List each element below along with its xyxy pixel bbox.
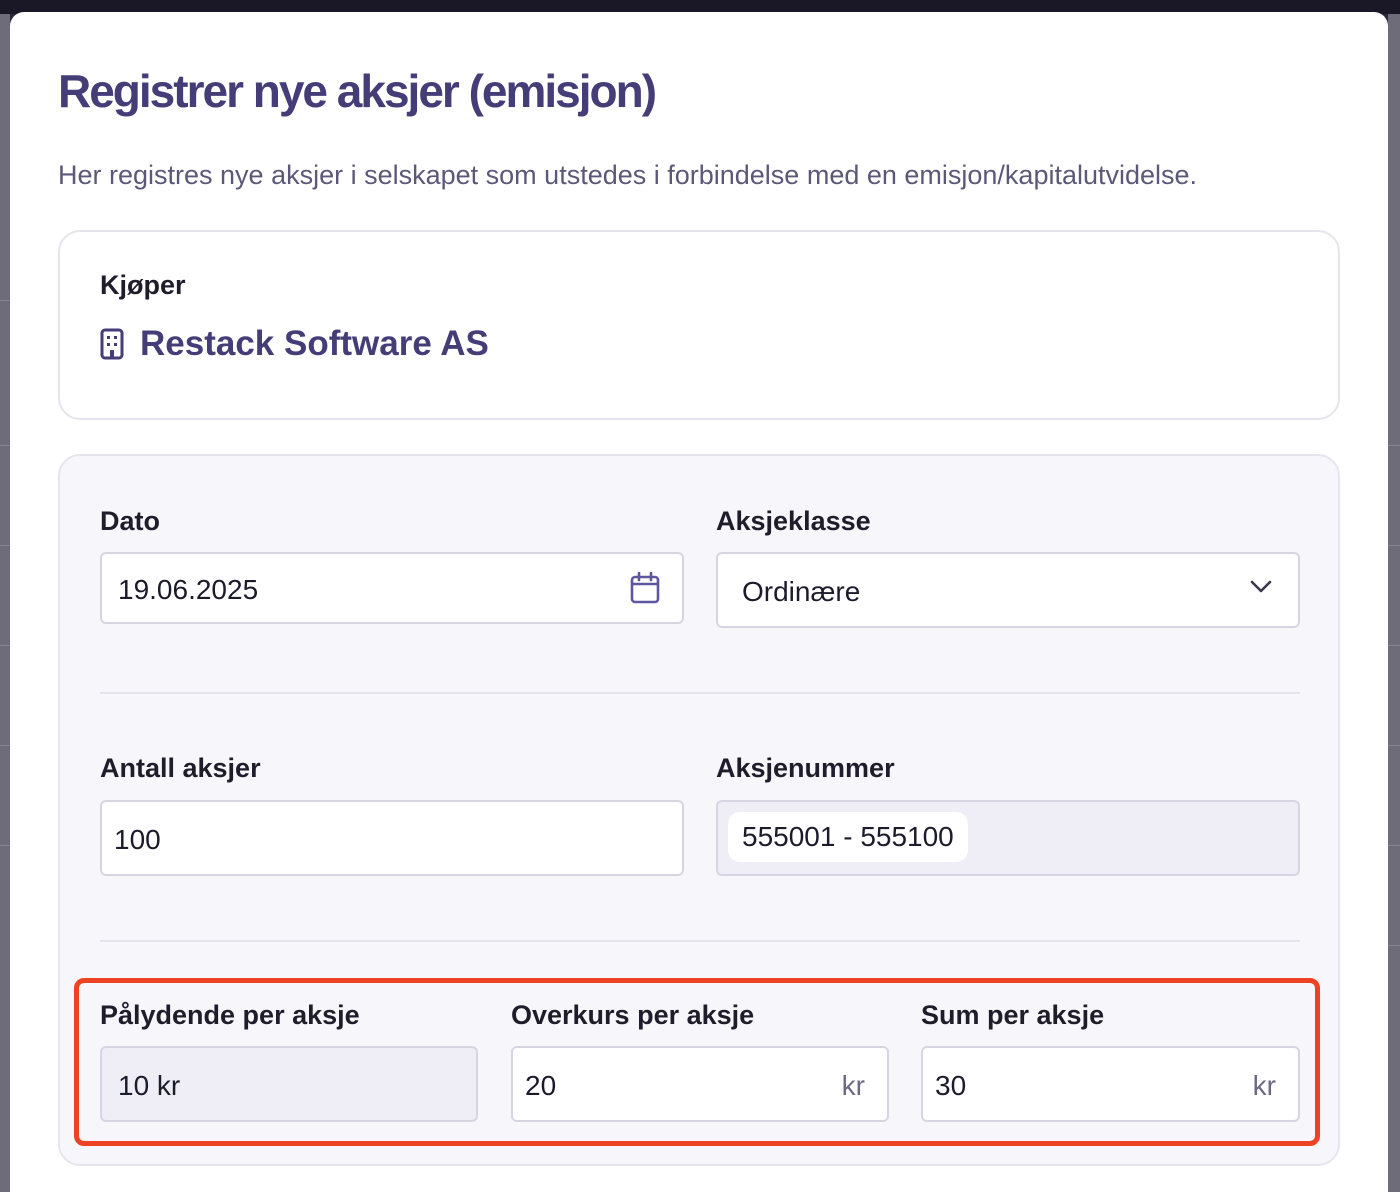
backdrop-rule <box>0 545 10 546</box>
share-count-value: 100 <box>114 824 161 855</box>
share-range-chip: 555001 - 555100 <box>728 812 968 862</box>
backdrop-rule <box>1388 845 1400 846</box>
issue-shares-modal: Registrer nye aksjer (emisjon) Her regis… <box>10 12 1388 1192</box>
backdrop-rule <box>1388 445 1400 446</box>
backdrop-rule <box>0 845 10 846</box>
form-divider <box>100 940 1300 942</box>
buyer-card: Kjøper Restack Software AS <box>58 230 1340 420</box>
chevron-down-icon <box>1250 580 1272 593</box>
buyer-name-link[interactable]: Restack Software AS <box>140 324 489 364</box>
calendar-icon[interactable] <box>630 572 660 604</box>
backdrop-rule <box>1388 545 1400 546</box>
highlight-annotation <box>74 978 1320 1146</box>
date-value: 19.06.2025 <box>118 574 259 605</box>
share-numbers-field: 555001 - 555100 <box>716 800 1300 876</box>
date-label: Dato <box>100 506 160 536</box>
backdrop-rule <box>0 445 10 446</box>
app-backdrop-left <box>0 14 10 1192</box>
app-backdrop-right <box>1388 14 1400 1192</box>
backdrop-rule <box>0 645 10 646</box>
share-count-label: Antall aksjer <box>100 753 261 783</box>
share-numbers-label: Aksjenummer <box>716 753 895 783</box>
backdrop-rule <box>0 300 10 301</box>
modal-subtitle: Her registres nye aksjer i selskapet som… <box>58 160 1198 190</box>
share-class-value: Ordinære <box>742 576 861 607</box>
share-count-input[interactable]: 100 <box>100 800 684 876</box>
modal-title: Registrer nye aksjer (emisjon) <box>58 65 657 117</box>
date-field[interactable]: 19.06.2025 <box>100 552 684 624</box>
backdrop-rule <box>1388 945 1400 946</box>
buyer-label: Kjøper <box>100 270 186 300</box>
backdrop-rule <box>1388 745 1400 746</box>
share-class-label: Aksjeklasse <box>716 506 871 536</box>
share-form: Dato 19.06.2025 Aksjeklasse Ordinære Ant… <box>58 454 1340 1166</box>
share-class-select[interactable]: Ordinære <box>716 552 1300 628</box>
form-divider <box>100 692 1300 694</box>
building-icon <box>100 328 124 360</box>
backdrop-rule <box>0 745 10 746</box>
backdrop-rule <box>1388 645 1400 646</box>
